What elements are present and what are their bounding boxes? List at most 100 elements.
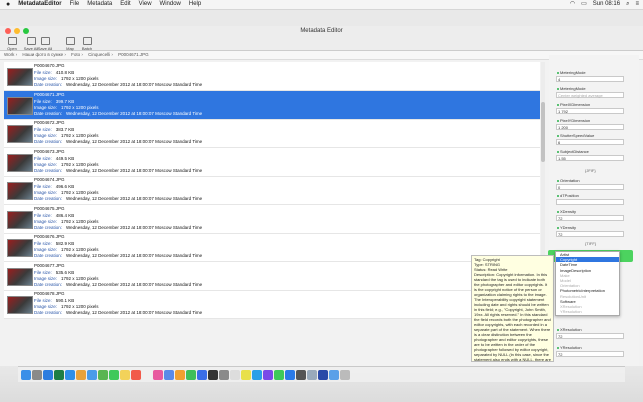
file-size-value: 486.4 KB bbox=[55, 212, 75, 218]
menu-file[interactable]: File bbox=[70, 0, 80, 9]
metadata-value-field[interactable]: 72 bbox=[556, 231, 624, 237]
image-size-label: Image size: bbox=[34, 218, 58, 224]
metadata-tag-label: YResolution bbox=[557, 345, 582, 350]
zoom-button[interactable] bbox=[23, 28, 29, 34]
metadata-value-field[interactable]: 0 bbox=[556, 184, 624, 190]
chrome-icon[interactable] bbox=[241, 369, 251, 380]
preview-icon[interactable] bbox=[164, 369, 174, 380]
metadata-value-field[interactable]: 1 200 bbox=[556, 124, 624, 130]
keynote-icon[interactable] bbox=[197, 369, 207, 380]
breadcrumb-item[interactable]: Work bbox=[4, 52, 14, 57]
menu-metadata[interactable]: Metadata bbox=[87, 0, 112, 9]
save-all-as-button[interactable]: Save All bbox=[34, 37, 56, 51]
metadata-value-field[interactable]: Center weighted average bbox=[556, 92, 624, 98]
pages-icon[interactable] bbox=[175, 369, 185, 380]
file-name: P0004671.JPG bbox=[34, 91, 65, 97]
trash-icon[interactable] bbox=[340, 369, 350, 380]
image-size-value: 1792 x 1200 pixels bbox=[61, 304, 99, 309]
menu-view[interactable]: View bbox=[139, 0, 152, 9]
file-row[interactable]: P0004672.JPG File size: 383.7 KB Image size… bbox=[4, 119, 540, 148]
section-header: {JFIF} bbox=[585, 168, 596, 173]
system-preferences-icon[interactable] bbox=[219, 369, 229, 380]
folder-icon bbox=[7, 37, 17, 45]
calendar-icon[interactable] bbox=[131, 369, 141, 380]
file-size-value: 410.8 KB bbox=[55, 70, 75, 75]
image-size-value: 1792 x 1200 pixels bbox=[61, 161, 99, 167]
launchpad-icon[interactable] bbox=[32, 369, 42, 380]
finder-icon[interactable] bbox=[21, 369, 31, 380]
metadata-value-field[interactable]: 72 bbox=[556, 333, 624, 339]
file-row[interactable]: P0004676.JPG File size: 582.9 KB Image size… bbox=[4, 233, 540, 262]
image-size-value: 1792 x 1200 pixels bbox=[61, 190, 99, 195]
whatsapp-icon[interactable] bbox=[274, 369, 284, 380]
menu-edit[interactable]: Edit bbox=[120, 0, 130, 9]
breadcrumb-item[interactable]: Наши фото в сумке bbox=[22, 52, 63, 57]
file-row[interactable]: P0004673.JPG File size: 449.5 KB Image size… bbox=[4, 148, 540, 177]
xcode-icon[interactable] bbox=[285, 369, 295, 380]
excel-icon[interactable] bbox=[54, 369, 64, 380]
simulator-icon[interactable] bbox=[307, 369, 317, 380]
textedit-icon[interactable] bbox=[230, 369, 240, 380]
menu-clock[interactable]: Sun 08:16 bbox=[593, 0, 620, 9]
numbers-icon[interactable] bbox=[186, 369, 196, 380]
file-row[interactable]: P0004674.JPG File size: 496.6 KB Image size… bbox=[4, 176, 540, 205]
photoshop-icon[interactable] bbox=[318, 369, 328, 380]
photo-thumbnail bbox=[7, 267, 33, 286]
file-name: P0004675.JPG bbox=[34, 205, 65, 211]
viber-icon[interactable] bbox=[263, 369, 273, 380]
photos-icon[interactable] bbox=[76, 369, 86, 380]
menu-window[interactable]: Window bbox=[160, 0, 181, 9]
folder-icon[interactable] bbox=[329, 369, 339, 380]
safari-icon[interactable] bbox=[43, 369, 53, 380]
itunes-icon[interactable] bbox=[153, 369, 163, 380]
tag-status-dot bbox=[557, 150, 559, 153]
skype-icon[interactable] bbox=[252, 369, 262, 380]
terminal-icon[interactable] bbox=[208, 369, 218, 380]
spotlight-icon[interactable]: ⌕ bbox=[626, 0, 629, 9]
close-button[interactable] bbox=[5, 28, 11, 34]
notification-icon[interactable]: ≡ bbox=[635, 0, 639, 9]
breadcrumb-item[interactable]: Cinquecelli bbox=[88, 52, 110, 57]
metadata-value-field[interactable]: 1.55 bbox=[556, 155, 624, 161]
metadata-value-field[interactable]: 6 bbox=[556, 139, 624, 145]
metadata-value-field[interactable] bbox=[556, 199, 624, 205]
reminders-icon[interactable] bbox=[142, 369, 152, 380]
dropdown-item[interactable]: YResolution bbox=[556, 309, 619, 314]
menu-help[interactable]: Help bbox=[189, 0, 201, 9]
file-name: P0004672.JPG bbox=[34, 120, 65, 125]
battery-icon[interactable]: ▭ bbox=[581, 0, 587, 9]
wifi-icon[interactable]: ◠ bbox=[570, 0, 575, 9]
tag-status-dot bbox=[557, 194, 559, 197]
metadata-value-field[interactable]: 72 bbox=[556, 351, 624, 357]
file-name: P0004674.JPG bbox=[34, 177, 65, 182]
file-row[interactable]: P0004675.JPG File size: 486.4 KB Image size… bbox=[4, 205, 540, 234]
scrollbar-thumb[interactable] bbox=[541, 102, 545, 162]
file-row[interactable]: P0004670.JPG File size: 410.8 KB Image size… bbox=[4, 62, 540, 91]
metadata-value-field[interactable]: 72 bbox=[556, 215, 624, 221]
photo-thumbnail bbox=[7, 153, 33, 172]
file-list[interactable]: P0004670.JPG File size: 410.8 KB Image size… bbox=[4, 62, 540, 319]
metadata-tag-label: YDensity bbox=[557, 225, 576, 230]
file-name: P0004677.JPG bbox=[34, 262, 65, 268]
mail-icon[interactable] bbox=[87, 369, 97, 380]
breadcrumb-item[interactable]: Foto bbox=[71, 52, 80, 57]
minimize-button[interactable] bbox=[14, 28, 20, 34]
metadata-value-field[interactable]: 4 bbox=[556, 76, 624, 82]
tag-dropdown-menu[interactable]: Artist Copyright DateTime ImageDescription M… bbox=[555, 251, 620, 316]
app-store-icon[interactable] bbox=[65, 369, 75, 380]
metadata-tag-label: XResolution bbox=[557, 327, 582, 332]
instruments-icon[interactable] bbox=[296, 369, 306, 380]
file-row[interactable]: P0004671.JPG File size: 399.7 KB Image size… bbox=[4, 90, 540, 120]
file-row[interactable]: P0004678.JPG File size: 590.1 KB Image size… bbox=[4, 290, 540, 319]
file-row[interactable]: P0004677.JPG File size: 535.6 KB Image size… bbox=[4, 262, 540, 291]
menu-app-name[interactable]: MetadataEditor bbox=[18, 0, 61, 9]
notes-icon[interactable] bbox=[120, 369, 130, 380]
maps-icon[interactable] bbox=[98, 369, 108, 380]
tag-status-dot bbox=[557, 71, 559, 74]
messages-icon[interactable] bbox=[109, 369, 119, 380]
apple-menu-icon[interactable]: ● bbox=[6, 0, 10, 9]
file-name: P0004676.JPG bbox=[34, 234, 65, 239]
breadcrumb-item[interactable]: P0004671.JPG bbox=[118, 52, 149, 57]
metadata-value-field[interactable]: 1 792 bbox=[556, 108, 624, 114]
metadata-tag-label: ShutterSpeedValue bbox=[557, 133, 594, 138]
